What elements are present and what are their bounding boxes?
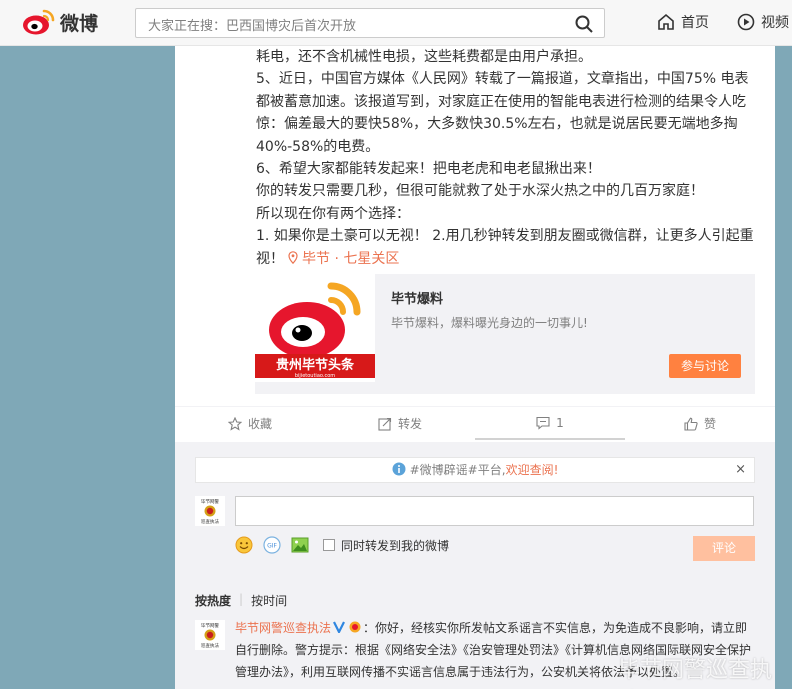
- comment-count: 1: [556, 415, 564, 430]
- video-icon: [737, 13, 755, 31]
- weibo-logo-image: 贵州毕节头条 bijietoutiao.com: [255, 274, 375, 382]
- nav-video-label: 视频: [761, 15, 789, 31]
- search-input[interactable]: 大家正在搜：巴西国博灾后首次开放: [148, 15, 356, 34]
- topic-image-url: bijietoutiao.com: [295, 373, 335, 379]
- post-line: 你的转发只需要几秒，但很可能就救了处于水深火热之中的几百万家庭！: [256, 183, 704, 200]
- post-line: 所以现在你有两个选择：: [256, 205, 410, 222]
- sort-divider: |: [239, 592, 244, 606]
- favorite-label: 收藏: [247, 417, 272, 431]
- notice-tag-link[interactable]: #微博辟谣#平台,: [410, 463, 506, 477]
- topic-image-caption: 贵州毕节头条: [276, 357, 355, 373]
- svg-text:毕节网警: 毕节网警: [201, 498, 219, 505]
- location-text: 毕节 · 七星关区: [302, 250, 400, 267]
- logo-text: 微博: [60, 12, 99, 35]
- post-action-bar: 收藏 转发 1 赞: [175, 406, 775, 440]
- topic-image: 贵州毕节头条 bijietoutiao.com: [255, 274, 375, 382]
- comment-icon: [536, 416, 550, 430]
- post-line: 视！: [256, 250, 284, 267]
- like-button[interactable]: 赞: [625, 407, 775, 440]
- thumbs-up-icon: [684, 417, 698, 431]
- like-label: 赞: [703, 417, 716, 431]
- comment-sort-tabs: 按热度 | 按时间: [195, 592, 287, 609]
- police-badge-icon: 毕节网警 巡查执法: [195, 496, 225, 526]
- nav-video[interactable]: 视频: [737, 12, 789, 32]
- repost-checkbox[interactable]: [323, 539, 335, 551]
- post-line: 6、希望大家都能转发起来！把电老虎和电老鼠揪出来！: [256, 161, 601, 178]
- search-box[interactable]: 大家正在搜：巴西国博灾后首次开放: [135, 8, 605, 38]
- gov-badge-icon: [349, 621, 361, 633]
- star-icon: [227, 416, 242, 431]
- repost-icon: [378, 417, 392, 431]
- comment-button[interactable]: 1: [475, 407, 625, 440]
- svg-text:巡查执法: 巡查执法: [201, 642, 219, 649]
- weibo-post-card: 耗电，还不含机械性电损，这些耗费都是由用户承担。 5、近日，中国官方媒体《人民网…: [175, 46, 775, 689]
- close-icon[interactable]: ×: [735, 458, 746, 482]
- post-line-last: 视！ 毕节 · 七星关区: [256, 248, 756, 270]
- join-discussion-button[interactable]: 参与讨论: [669, 354, 741, 378]
- top-navigation-bar: 微博 大家正在搜：巴西国博灾后首次开放 首页 视频: [0, 0, 792, 46]
- tab-sort-time[interactable]: 按时间: [251, 592, 287, 609]
- watermark-text: 毕节网警巡查执法: [618, 658, 773, 683]
- favorite-button[interactable]: 收藏: [175, 407, 325, 440]
- notice-highlight[interactable]: 欢迎查阅!: [506, 463, 559, 477]
- post-line: 40%-58%的电费。: [256, 138, 380, 155]
- avatar[interactable]: 毕节网警 巡查执法: [195, 620, 225, 650]
- repost-label: 转发: [397, 417, 422, 431]
- weibo-logo-icon: [23, 9, 55, 35]
- comment-username[interactable]: 毕节网警巡查执法: [235, 621, 331, 635]
- verified-icon: [333, 621, 345, 633]
- svg-text:GIF: GIF: [267, 543, 277, 550]
- search-icon[interactable]: [574, 14, 594, 34]
- post-line: 都被蓄意加速。该报道写到，对家庭正在使用的智能电表进行检测的结果令人吃: [256, 93, 746, 110]
- police-badge-icon: 毕节网警 巡查执法: [195, 620, 225, 650]
- tab-sort-hot[interactable]: 按热度: [195, 592, 231, 609]
- repost-checkbox-label: 同时转发到我的微博: [341, 538, 450, 553]
- comment-input[interactable]: [235, 496, 754, 526]
- gif-icon[interactable]: GIF: [263, 536, 281, 554]
- comment-tools: GIF 同时转发到我的微博: [235, 536, 449, 554]
- nav-home-label: 首页: [681, 15, 709, 31]
- nav-home[interactable]: 首页: [657, 12, 709, 32]
- post-line: 5、近日，中国官方媒体《人民网》转载了一篇报道，文章指出，中国75% 电表: [256, 71, 749, 88]
- home-icon: [658, 13, 674, 30]
- svg-text:毕节网警: 毕节网警: [201, 622, 219, 629]
- info-icon: [392, 462, 406, 476]
- svg-text:巡查执法: 巡查执法: [201, 518, 219, 525]
- submit-comment-button[interactable]: 评论: [693, 536, 755, 561]
- emoji-icon[interactable]: [235, 536, 253, 554]
- location-pin-icon: [288, 250, 298, 264]
- repost-button[interactable]: 转发: [325, 407, 475, 440]
- location-link[interactable]: 毕节 · 七星关区: [284, 251, 399, 267]
- post-line: 耗电，还不含机械性电损，这些耗费都是由用户承担。: [256, 49, 592, 65]
- post-content: 耗电，还不含机械性电损，这些耗费都是由用户承担。 5、近日，中国官方媒体《人民网…: [256, 46, 756, 270]
- topic-description: 毕节爆料，爆料曝光身边的一切事儿!: [391, 316, 588, 330]
- weibo-logo[interactable]: 微博: [22, 6, 98, 38]
- rumor-notice-bar: #微博辟谣#平台,欢迎查阅! ×: [195, 457, 755, 483]
- post-line: 1. 如果你是土豪可以无视！ 2.用几秒钟转发到朋友圈或微信群，让更多人引起重: [256, 228, 754, 245]
- avatar[interactable]: 毕节网警 巡查执法: [195, 496, 225, 526]
- watermark: 毕节网警巡查执法: [618, 652, 792, 689]
- post-line: 惊：偏差最大的要快58%，大多数快30.5%左右，也就是说居民要无端地多掏: [256, 116, 738, 133]
- shared-topic-card[interactable]: 贵州毕节头条 bijietoutiao.com 毕节爆料 毕节爆料，爆料曝光身边…: [255, 274, 755, 394]
- topic-title[interactable]: 毕节爆料: [391, 288, 443, 307]
- image-icon[interactable]: [291, 536, 309, 554]
